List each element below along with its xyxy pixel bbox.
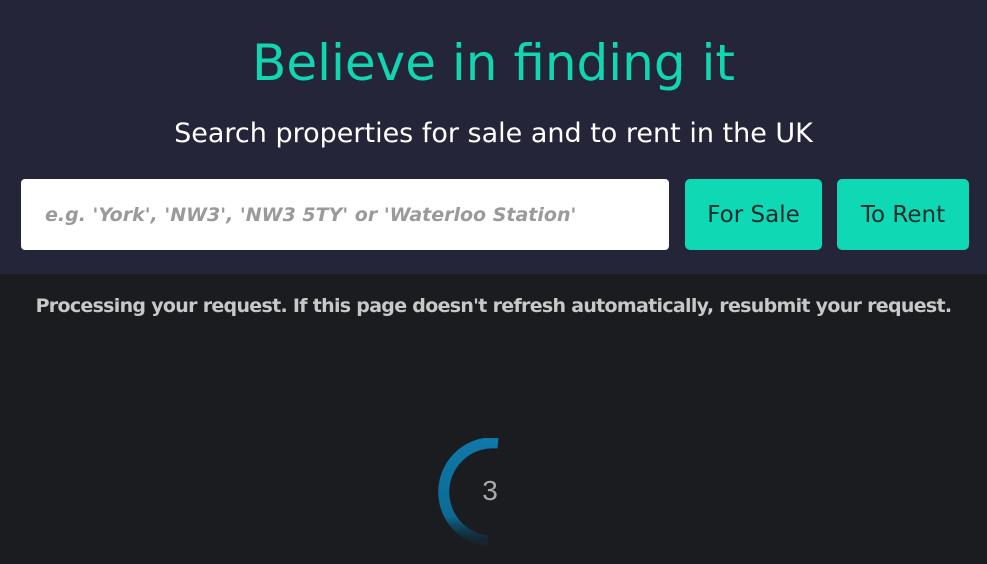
for-sale-button[interactable]: For Sale — [685, 179, 822, 250]
to-rent-button[interactable]: To Rent — [837, 179, 969, 250]
page-subtitle: Search properties for sale and to rent i… — [174, 118, 813, 149]
countdown-number: 3 — [482, 475, 498, 506]
page-title: Believe in finding it — [252, 34, 735, 92]
location-search-input[interactable] — [21, 179, 669, 250]
hero-banner: Believe in finding it Search properties … — [0, 0, 987, 274]
processing-message: Processing your request. If this page do… — [35, 295, 953, 317]
loading-spinner: 3 — [436, 438, 544, 546]
